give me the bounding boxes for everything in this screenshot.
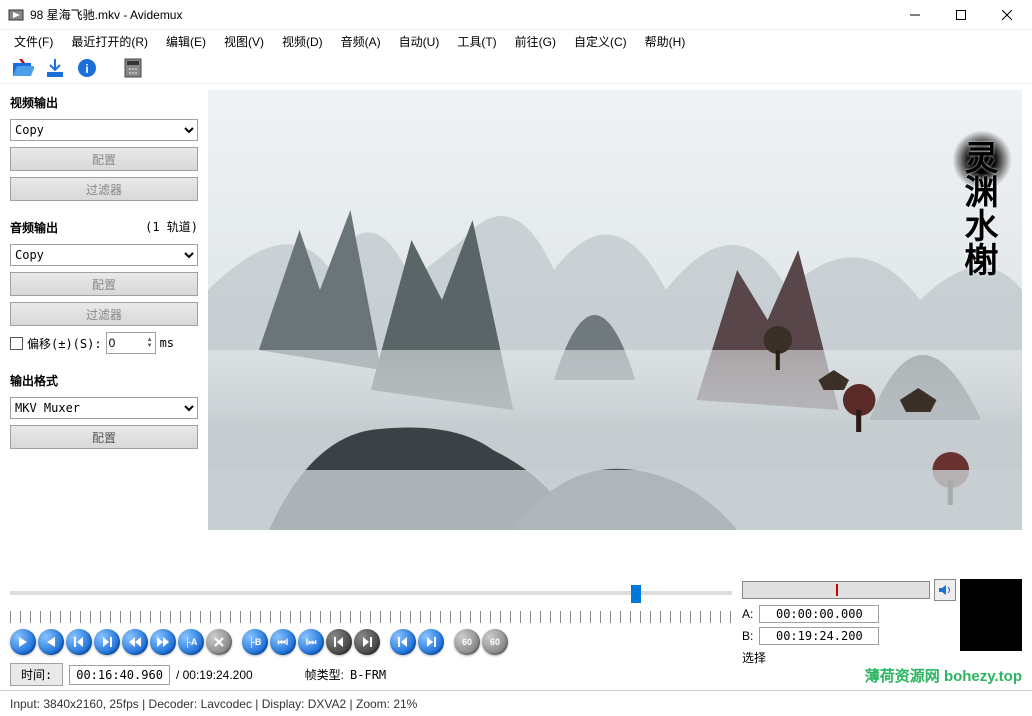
sidebar: 视频输出 Copy 配置 过滤器 音频输出 (1 轨道) Copy 配置 过滤器… (0, 84, 208, 575)
fast-fwd-button[interactable] (150, 629, 176, 655)
audio-output-label: 音频输出 (10, 215, 141, 238)
preview-area: 灵渊水榭 (208, 90, 1022, 569)
audio-tracks-label: (1 轨道) (145, 218, 198, 235)
timeline-slider[interactable] (10, 583, 732, 603)
a-value[interactable]: 00:00:00.000 (759, 605, 879, 623)
status-bar: Input: 3840x2160, 25fps | Decoder: Lavco… (0, 690, 1032, 716)
menu-recent[interactable]: 最近打开的(R) (63, 31, 156, 52)
thumbnail-preview (960, 579, 1022, 651)
maximize-button[interactable] (938, 0, 984, 30)
prev-black-button[interactable] (326, 629, 352, 655)
open-icon[interactable] (10, 55, 36, 81)
b-value[interactable]: 00:19:24.200 (759, 627, 879, 645)
next-key-button[interactable]: I⏭ (298, 629, 324, 655)
offset-unit: ms (160, 336, 174, 350)
brand-watermark: 薄荷资源网 bohezy.top (865, 665, 1022, 686)
svg-text:i: i (85, 62, 88, 76)
menu-audio[interactable]: 音频(A) (333, 31, 389, 52)
menu-edit[interactable]: 编辑(E) (158, 31, 214, 52)
stop-button[interactable] (38, 629, 64, 655)
marker-b-button[interactable]: ├B (242, 629, 268, 655)
next-black-button[interactable] (354, 629, 380, 655)
audio-config-button[interactable]: 配置 (10, 272, 198, 296)
step-fwd-button[interactable] (94, 629, 120, 655)
prev-key-button[interactable]: ⏮I (270, 629, 296, 655)
frame-type-label: 帧类型: (305, 666, 344, 683)
menu-view[interactable]: 视图(V) (216, 31, 272, 52)
audio-output-combo[interactable]: Copy (10, 244, 198, 266)
menu-tools[interactable]: 工具(T) (449, 31, 504, 52)
menu-custom[interactable]: 自定义(C) (566, 31, 635, 52)
rewind-button[interactable] (122, 629, 148, 655)
transport-bar: ├A ├B ⏮I I⏭ 60 60 (10, 629, 732, 655)
menu-file[interactable]: 文件(F) (6, 31, 61, 52)
menu-goto[interactable]: 前往(G) (507, 31, 564, 52)
video-output-combo[interactable]: Copy (10, 119, 198, 141)
a-label: A: (742, 607, 753, 621)
close-button[interactable] (984, 0, 1030, 30)
select-label: 选择 (742, 649, 766, 666)
play-button[interactable] (10, 629, 36, 655)
video-filter-button[interactable]: 过滤器 (10, 177, 198, 201)
timeline-ticks (10, 611, 732, 623)
time-value[interactable]: 00:16:40.960 (69, 665, 170, 685)
menubar: 文件(F) 最近打开的(R) 编辑(E) 视图(V) 视频(D) 音频(A) 自… (0, 30, 1032, 52)
offset-checkbox[interactable] (10, 337, 23, 350)
slider-thumb-icon[interactable] (631, 585, 641, 603)
video-output-label: 视频输出 (10, 90, 198, 113)
output-format-combo[interactable]: MKV Muxer (10, 397, 198, 419)
offset-label: 偏移(±)(S): (27, 335, 102, 352)
save-icon[interactable] (42, 55, 68, 81)
minimize-button[interactable] (892, 0, 938, 30)
duration-label: / 00:19:24.200 (176, 668, 253, 682)
sound-icon[interactable] (934, 579, 956, 601)
marker-a-button[interactable]: ├A (178, 629, 204, 655)
menu-video[interactable]: 视频(D) (274, 31, 331, 52)
time-button[interactable]: 时间: (10, 663, 63, 686)
fwd-60-button[interactable]: 60 (482, 629, 508, 655)
titlebar: 98 星海飞驰.mkv - Avidemux (0, 0, 1032, 30)
calculator-icon[interactable] (120, 55, 146, 81)
toolbar: i (0, 52, 1032, 84)
status-text: Input: 3840x2160, 25fps | Decoder: Lavco… (10, 697, 417, 711)
goto-end-button[interactable] (418, 629, 444, 655)
app-icon (8, 7, 24, 23)
audio-filter-button[interactable]: 过滤器 (10, 302, 198, 326)
offset-spinner[interactable]: 0▲▼ (106, 332, 156, 354)
menu-auto[interactable]: 自动(U) (391, 31, 448, 52)
video-config-button[interactable]: 配置 (10, 147, 198, 171)
goto-start-button[interactable] (390, 629, 416, 655)
preview-watermark: 灵渊水榭 (953, 140, 1002, 276)
delete-button[interactable] (206, 629, 232, 655)
frame-type-value: B-FRM (350, 668, 386, 682)
menu-help[interactable]: 帮助(H) (637, 31, 694, 52)
step-back-button[interactable] (66, 629, 92, 655)
b-label: B: (742, 629, 753, 643)
volume-meter[interactable] (742, 581, 930, 599)
output-config-button[interactable]: 配置 (10, 425, 198, 449)
output-format-label: 输出格式 (10, 368, 198, 391)
video-preview[interactable]: 灵渊水榭 (208, 90, 1022, 530)
info-icon[interactable]: i (74, 55, 100, 81)
window-title: 98 星海飞驰.mkv - Avidemux (30, 6, 892, 23)
back-60-button[interactable]: 60 (454, 629, 480, 655)
